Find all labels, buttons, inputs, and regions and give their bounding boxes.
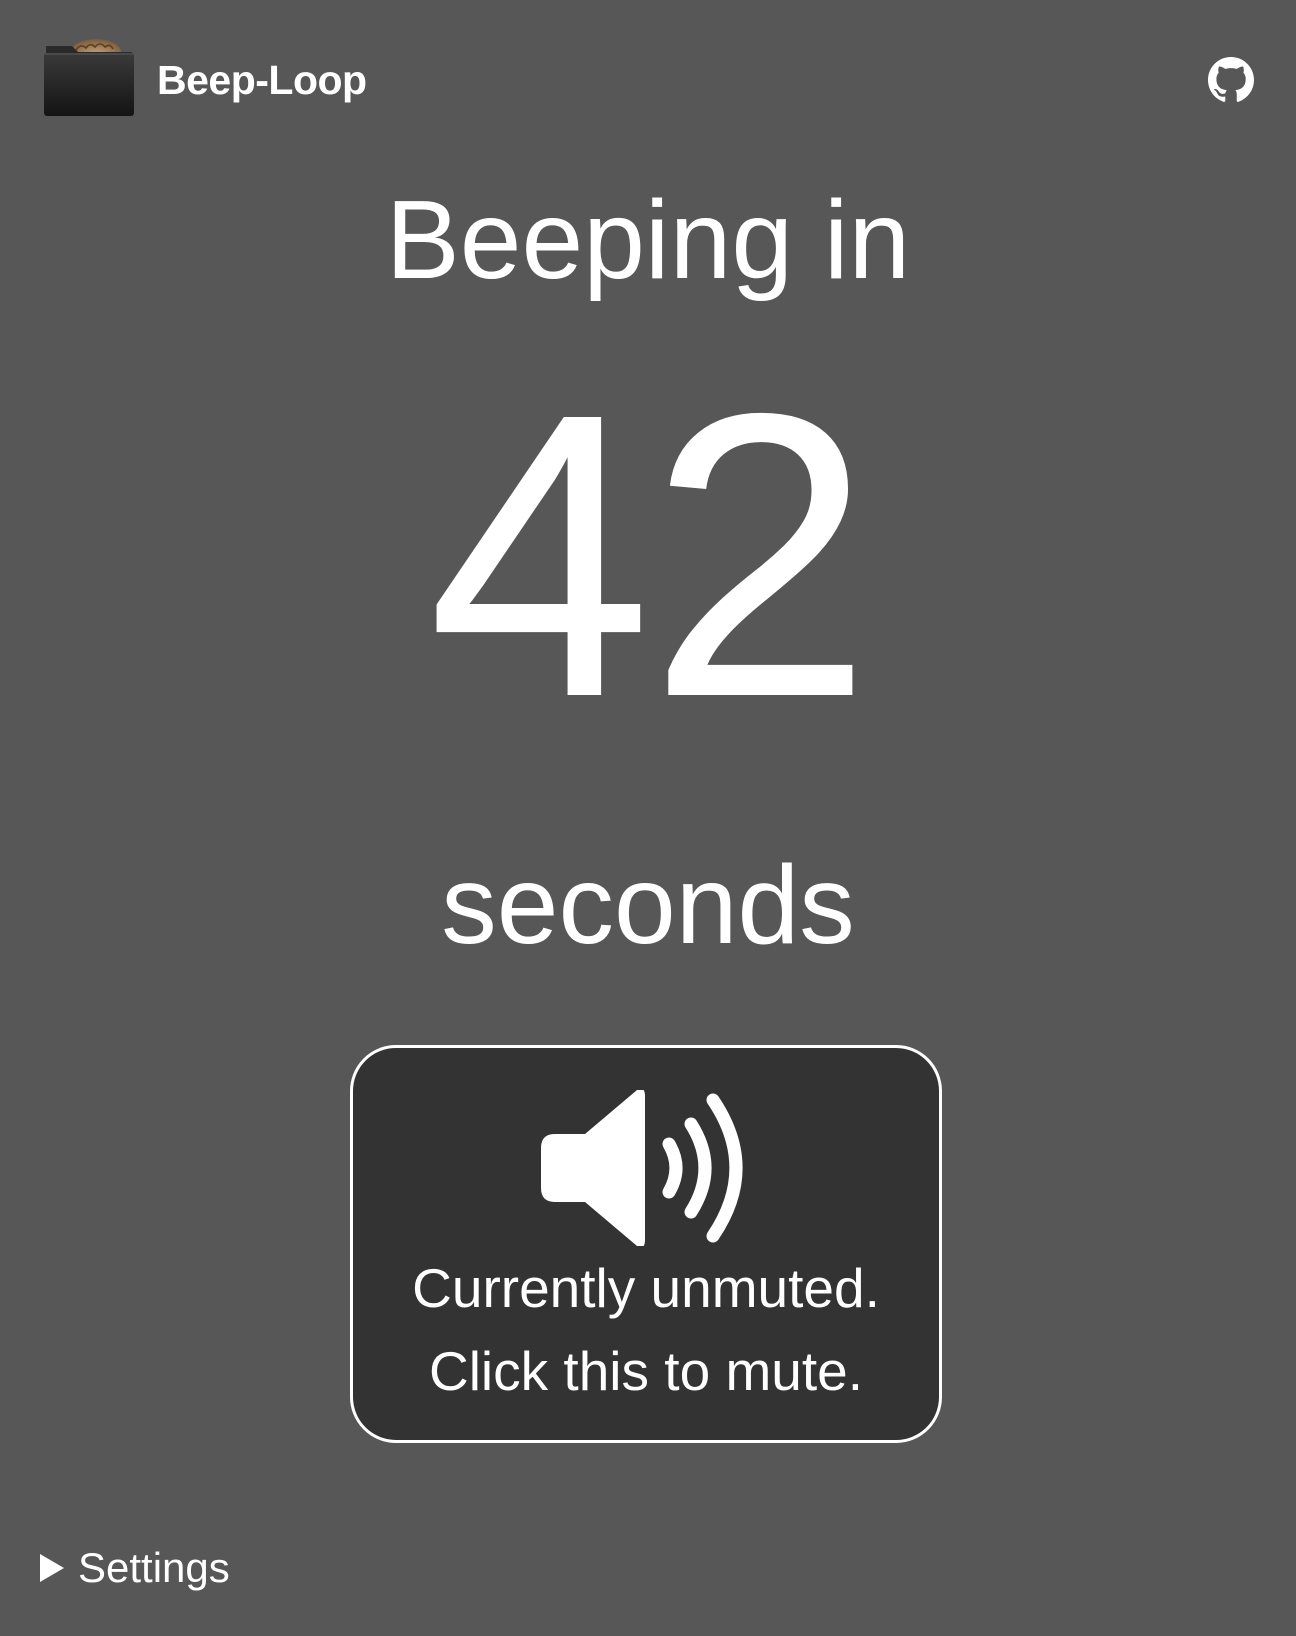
app-title: Beep-Loop bbox=[157, 57, 367, 103]
settings-label: Settings bbox=[78, 1544, 230, 1591]
header: Beep-Loop bbox=[0, 0, 1296, 160]
disclosure-triangle-right-icon bbox=[40, 1554, 64, 1582]
github-icon[interactable] bbox=[1208, 57, 1254, 103]
countdown-value: 42 bbox=[427, 329, 872, 781]
countdown-unit: seconds bbox=[441, 843, 855, 967]
mute-toggle-button[interactable]: Currently unmuted. Click this to mute. bbox=[350, 1045, 942, 1443]
settings-disclosure[interactable]: Settings bbox=[40, 1540, 230, 1596]
mute-status-text: Currently unmuted. bbox=[412, 1257, 880, 1319]
countdown-prefix: Beeping in bbox=[385, 178, 911, 302]
speaker-sound-icon bbox=[541, 1090, 743, 1246]
folder-with-brain-icon bbox=[44, 39, 134, 116]
mute-action-text: Click this to mute. bbox=[428, 1340, 863, 1402]
